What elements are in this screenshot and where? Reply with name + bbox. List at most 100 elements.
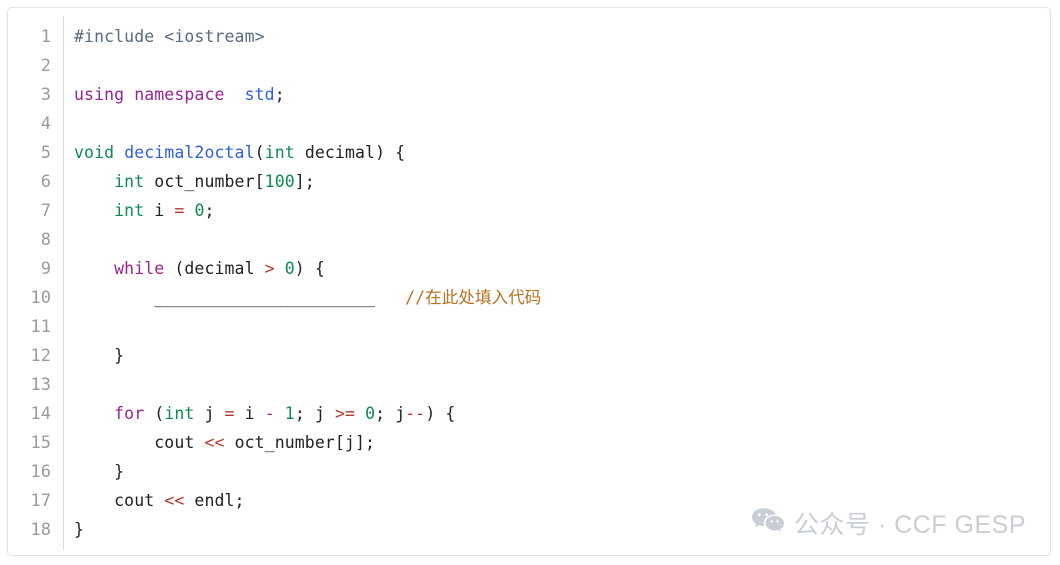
code-token: >= bbox=[334, 404, 356, 423]
line-content[interactable]: while (decimal > 0) { bbox=[51, 254, 1050, 283]
code-token: cout bbox=[74, 491, 165, 510]
line-number: 5 bbox=[40, 143, 51, 163]
code-editor[interactable]: 1 #include <iostream> 2 3 using namespace s… bbox=[8, 8, 1050, 554]
code-token: = bbox=[174, 201, 185, 220]
line-content[interactable]: using namespace std; bbox=[51, 80, 1050, 109]
code-token: //在此处填入代码 bbox=[405, 288, 542, 307]
code-line: 10 ______________________ //在此处填入代码 bbox=[8, 283, 1050, 312]
code-token: ) { bbox=[294, 259, 325, 278]
line-number: 13 bbox=[30, 375, 51, 395]
code-snippet-card: 1 #include <iostream> 2 3 using namespace s… bbox=[7, 7, 1051, 556]
line-content[interactable] bbox=[51, 225, 1050, 254]
code-token: i bbox=[234, 404, 265, 423]
code-line: 9 while (decimal > 0) { bbox=[8, 254, 1050, 283]
code-token: ; j bbox=[294, 404, 335, 423]
line-content[interactable] bbox=[51, 312, 1050, 341]
line-number: 1 bbox=[40, 27, 51, 47]
line-number: 7 bbox=[40, 201, 51, 221]
line-number: 9 bbox=[40, 259, 51, 279]
code-token: 100 bbox=[264, 172, 295, 191]
code-line: 16 } bbox=[8, 457, 1050, 486]
code-token: void bbox=[74, 143, 115, 162]
code-line: 12 } bbox=[8, 341, 1050, 370]
line-number: 10 bbox=[30, 288, 51, 308]
code-line: 14 for (int j = i - 1; j >= 0; j--) { bbox=[8, 399, 1050, 428]
wechat-icon bbox=[751, 507, 785, 540]
line-content[interactable]: int oct_number[100]; bbox=[51, 167, 1050, 196]
line-number: 4 bbox=[40, 114, 51, 134]
code-token: } bbox=[74, 520, 85, 539]
code-token: j bbox=[194, 404, 225, 423]
line-number: 8 bbox=[40, 230, 51, 250]
code-line: 8 bbox=[8, 225, 1050, 254]
code-line: 5 void decimal2octal(int decimal) { bbox=[8, 138, 1050, 167]
code-token: int bbox=[264, 143, 295, 162]
code-token: = bbox=[224, 404, 235, 423]
code-line: 15 cout << oct_number[j]; bbox=[8, 428, 1050, 457]
code-token: std bbox=[244, 85, 275, 104]
code-token: << bbox=[204, 433, 225, 452]
code-token: (decimal bbox=[164, 259, 265, 278]
code-token: ( bbox=[254, 143, 265, 162]
code-token: ]; bbox=[294, 172, 315, 191]
line-content[interactable] bbox=[51, 51, 1050, 80]
code-token: cout bbox=[74, 433, 205, 452]
line-number: 15 bbox=[30, 433, 51, 453]
line-number: 6 bbox=[40, 172, 51, 192]
code-token: << bbox=[164, 491, 185, 510]
code-token: -- bbox=[405, 404, 426, 423]
line-number: 2 bbox=[40, 56, 51, 76]
line-content[interactable]: ______________________ //在此处填入代码 bbox=[51, 283, 1050, 312]
line-content[interactable]: } bbox=[51, 341, 1050, 370]
code-line: 2 bbox=[8, 51, 1050, 80]
code-line-list: 1 #include <iostream> 2 3 using namespace s… bbox=[8, 22, 1050, 544]
code-token: decimal2octal bbox=[124, 143, 255, 162]
line-content[interactable] bbox=[51, 370, 1050, 399]
code-token: int bbox=[164, 404, 195, 423]
code-line: 7 int i = 0; bbox=[8, 196, 1050, 225]
line-content[interactable]: cout << oct_number[j]; bbox=[51, 428, 1050, 457]
code-line: 3 using namespace std; bbox=[8, 80, 1050, 109]
line-number: 14 bbox=[30, 404, 51, 424]
code-token: ( bbox=[144, 404, 165, 423]
code-token: using namespace bbox=[74, 85, 225, 104]
code-token: 0 bbox=[284, 259, 295, 278]
code-token: oct_number[ bbox=[144, 172, 265, 191]
line-content[interactable]: #include <iostream> bbox=[51, 22, 1050, 51]
line-content[interactable]: int i = 0; bbox=[51, 196, 1050, 225]
code-token: 1 bbox=[284, 404, 295, 423]
code-line: 6 int oct_number[100]; bbox=[8, 167, 1050, 196]
code-token: ) { bbox=[425, 404, 456, 423]
code-line: 11 bbox=[8, 312, 1050, 341]
line-number: 18 bbox=[30, 520, 51, 540]
code-token: endl; bbox=[184, 491, 245, 510]
code-line: 13 bbox=[8, 370, 1050, 399]
code-token: - bbox=[264, 404, 275, 423]
code-line: 1 #include <iostream> bbox=[8, 22, 1050, 51]
code-token: decimal) { bbox=[294, 143, 406, 162]
line-content[interactable]: for (int j = i - 1; j >= 0; j--) { bbox=[51, 399, 1050, 428]
code-token: #include <iostream> bbox=[74, 27, 265, 46]
code-token: ; bbox=[274, 85, 285, 104]
code-token: ______________________ bbox=[154, 288, 376, 307]
line-content[interactable]: void decimal2octal(int decimal) { bbox=[51, 138, 1050, 167]
code-token: 0 bbox=[194, 201, 205, 220]
code-token: > bbox=[264, 259, 275, 278]
line-content[interactable] bbox=[51, 109, 1050, 138]
code-token: 0 bbox=[365, 404, 376, 423]
line-number: 17 bbox=[30, 491, 51, 511]
line-content[interactable]: } bbox=[51, 457, 1050, 486]
code-token: } bbox=[74, 346, 125, 365]
gutter-separator bbox=[63, 16, 64, 550]
line-number: 12 bbox=[30, 346, 51, 366]
line-number: 3 bbox=[40, 85, 51, 105]
code-line: 4 bbox=[8, 109, 1050, 138]
